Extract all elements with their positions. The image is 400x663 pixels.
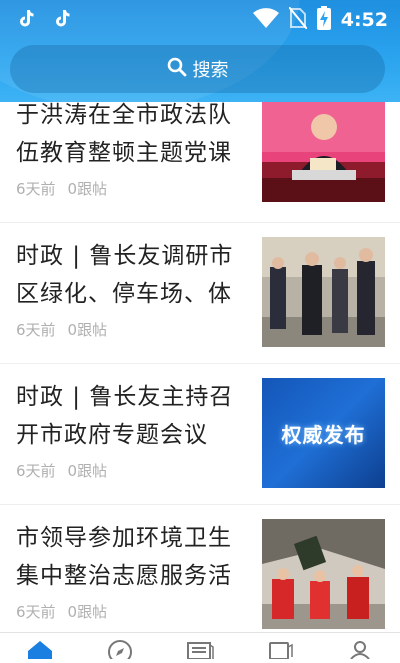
news-title: 时政 | 鲁长友调研市区绿化、停车场、体 <box>16 243 234 307</box>
status-bar: 4:52 <box>0 0 400 36</box>
bottom-tab-bar <box>0 632 400 663</box>
news-thumbnail <box>262 92 385 202</box>
news-thumbnail: 权威发布 <box>262 378 385 488</box>
tiktok-notification-icon <box>18 9 34 31</box>
news-title: 市领导参加环境卫生集中整治志愿服务活 <box>16 525 232 589</box>
news-age: 6天前 <box>16 462 56 480</box>
search-bar[interactable]: 搜索 <box>10 45 385 93</box>
battery-charging-icon <box>316 6 331 34</box>
news-title: 于洪涛在全市政法队伍教育整顿主题党课 <box>16 102 232 166</box>
no-sim-icon <box>287 6 308 33</box>
news-thumbnail <box>262 519 385 629</box>
home-icon <box>27 639 53 659</box>
news-age: 6天前 <box>16 180 56 198</box>
wifi-icon <box>252 8 279 32</box>
news-age: 6天前 <box>16 321 56 339</box>
news-reply-count: 0跟帖 <box>67 603 108 621</box>
user-icon <box>347 639 373 660</box>
news-age: 6天前 <box>16 603 56 621</box>
status-time: 4:52 <box>340 9 388 31</box>
news-item[interactable]: 时政 | 鲁长友调研市区绿化、停车场、体 6天前 0跟帖 <box>0 223 400 364</box>
news-item[interactable]: 市领导参加环境卫生集中整治志愿服务活 6天前 0跟帖 <box>0 505 400 646</box>
tab-home[interactable] <box>20 639 60 659</box>
app-header: 4:52 搜索 <box>0 0 400 102</box>
news-thumbnail <box>262 237 385 347</box>
news-list: 于洪涛在全市政法队伍教育整顿主题党课 6天前 0跟帖 时政 | 鲁长友调研市区绿… <box>0 82 400 646</box>
search-icon <box>167 57 187 81</box>
news-item[interactable]: 于洪涛在全市政法队伍教育整顿主题党课 6天前 0跟帖 <box>0 82 400 223</box>
tablet-icon <box>267 639 293 660</box>
news-reply-count: 0跟帖 <box>67 321 108 339</box>
newspaper-icon <box>186 639 214 660</box>
tab-newspaper[interactable] <box>180 639 220 660</box>
compass-icon <box>107 639 133 663</box>
tiktok-notification-icon <box>54 9 70 31</box>
news-title: 时政 | 鲁长友主持召开市政府专题会议 <box>16 384 234 448</box>
news-reply-count: 0跟帖 <box>67 462 108 480</box>
news-reply-count: 0跟帖 <box>67 180 108 198</box>
news-item[interactable]: 时政 | 鲁长友主持召开市政府专题会议 6天前 0跟帖 权威发布 <box>0 364 400 505</box>
search-label: 搜索 <box>192 60 229 81</box>
tab-media[interactable] <box>260 639 300 660</box>
tab-discover[interactable] <box>100 639 140 663</box>
thumbnail-caption: 权威发布 <box>281 422 366 447</box>
tab-profile[interactable] <box>340 639 380 660</box>
